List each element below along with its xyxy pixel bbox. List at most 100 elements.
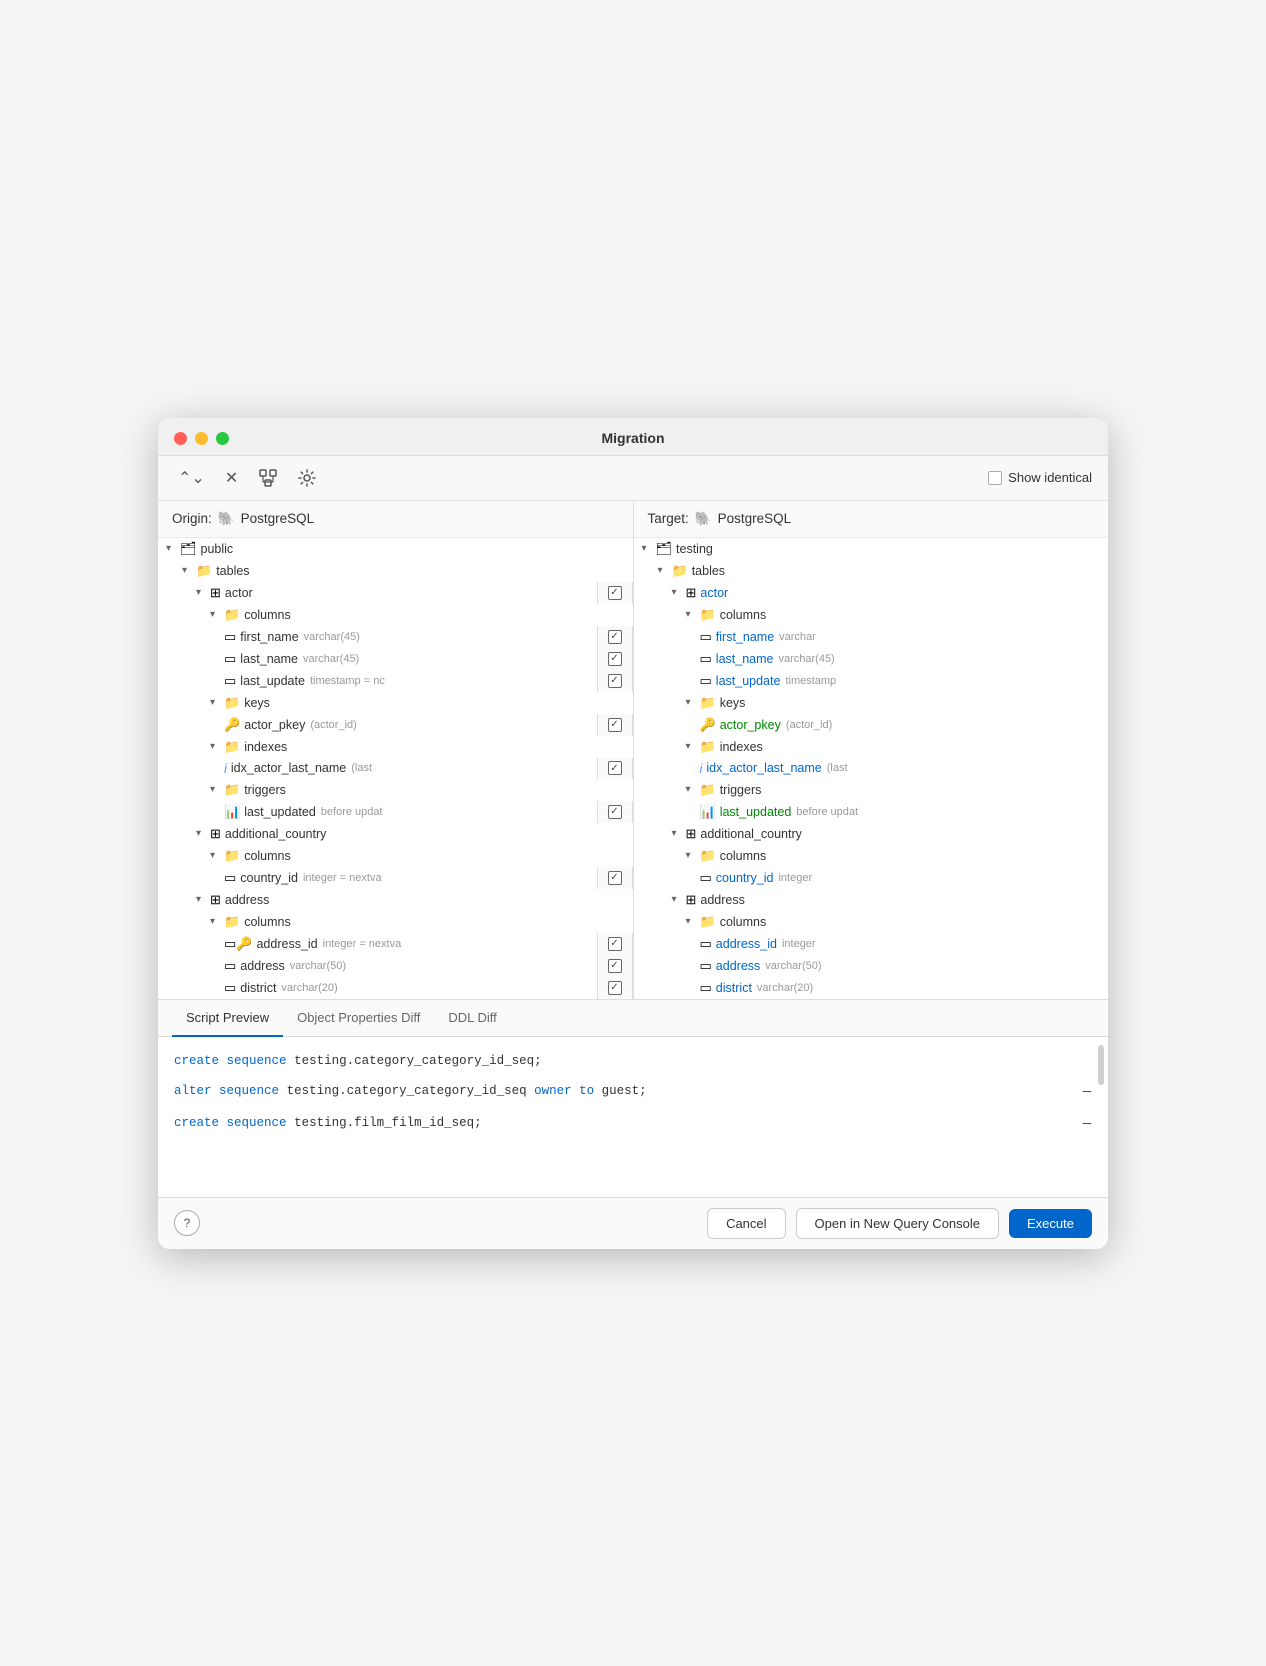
maximize-button[interactable] — [216, 432, 229, 445]
list-item: ▭ first_name varchar(45) — [158, 626, 633, 648]
open-query-button[interactable]: Open in New Query Console — [796, 1208, 999, 1239]
row-checkbox[interactable] — [608, 761, 622, 775]
chevron-icon[interactable]: ▾ — [672, 894, 686, 905]
chevron-icon[interactable]: ▾ — [182, 565, 196, 576]
origin-db-type: PostgreSQL — [241, 511, 315, 526]
window-title: Migration — [602, 430, 665, 446]
chevron-icon[interactable]: ▾ — [686, 697, 700, 708]
item-label: address — [716, 959, 760, 973]
list-item: ▭ country_id integer = nextva — [158, 867, 633, 889]
index-icon: i — [700, 761, 703, 776]
pk-column-icon: ▭🔑 — [224, 936, 252, 952]
chevron-icon[interactable]: ▾ — [672, 828, 686, 839]
key-icon: 🔑 — [224, 717, 240, 733]
chevron-icon[interactable]: ▾ — [686, 609, 700, 620]
item-meta: varchar — [779, 631, 816, 643]
row-checkbox[interactable] — [608, 805, 622, 819]
chevron-icon[interactable]: ▾ — [210, 784, 224, 795]
close-button-toolbar[interactable]: ✕ — [221, 464, 242, 492]
cancel-button[interactable]: Cancel — [707, 1208, 785, 1239]
item-label: first_name — [240, 630, 298, 644]
item-meta: integer = nextva — [303, 872, 382, 884]
row-checkbox[interactable] — [608, 959, 622, 973]
chevron-icon[interactable]: ▾ — [686, 916, 700, 927]
minimize-button[interactable] — [195, 432, 208, 445]
chevron-icon[interactable]: ▾ — [642, 543, 656, 554]
item-meta: varchar(45) — [778, 653, 834, 665]
close-button[interactable] — [174, 432, 187, 445]
keyword: to — [579, 1084, 594, 1098]
tab-script-preview[interactable]: Script Preview — [172, 1000, 283, 1037]
list-item: i idx_actor_last_name (last — [634, 758, 1109, 779]
tab-ddl-diff[interactable]: DDL Diff — [434, 1000, 510, 1037]
item-label: actor — [700, 586, 728, 600]
row-checkbox[interactable] — [608, 630, 622, 644]
help-button[interactable]: ? — [174, 1210, 200, 1236]
settings-button[interactable] — [294, 465, 320, 491]
diff-mark: — — [1082, 1113, 1092, 1135]
list-item: ▾ 📁 tables — [634, 560, 1109, 582]
list-item: ▾ 🗂 testing — [634, 538, 1109, 560]
row-checkbox[interactable] — [608, 718, 622, 732]
item-meta: before updat — [796, 806, 858, 818]
collapse-expand-button[interactable]: ⌃⌄ — [174, 464, 209, 492]
item-meta: (last — [827, 762, 848, 774]
checkbox-col — [597, 867, 633, 889]
tree-row: 📊 last_updated before updat — [158, 801, 597, 823]
tree-row: ▾ ⊞ actor — [158, 582, 597, 604]
list-item: ▭ district varchar(20) — [634, 977, 1109, 999]
table-icon: ⊞ — [210, 585, 221, 601]
list-item: ▭ address varchar(50) — [634, 955, 1109, 977]
chevron-icon[interactable]: ▾ — [210, 850, 224, 861]
item-label: keys — [244, 696, 270, 710]
tab-object-properties-diff[interactable]: Object Properties Diff — [283, 1000, 434, 1037]
list-item: ▾ 📁 keys — [634, 692, 1109, 714]
script-content[interactable]: create sequence testing.category_categor… — [158, 1037, 1108, 1197]
show-identical-label: Show identical — [1008, 470, 1092, 485]
titlebar: Migration — [158, 418, 1108, 456]
item-label: additional_country — [225, 827, 326, 841]
row-checkbox[interactable] — [608, 871, 622, 885]
list-item: ▭ last_name varchar(45) — [634, 648, 1109, 670]
chevron-icon[interactable]: ▾ — [210, 697, 224, 708]
chevron-icon[interactable]: ▾ — [210, 609, 224, 620]
chevron-icon[interactable]: ▾ — [196, 894, 210, 905]
row-checkbox[interactable] — [608, 652, 622, 666]
execute-button[interactable]: Execute — [1009, 1209, 1092, 1238]
row-checkbox[interactable] — [608, 937, 622, 951]
list-item: ▭ last_update timestamp = nc — [158, 670, 633, 692]
chevron-icon[interactable]: ▾ — [672, 587, 686, 598]
list-item: ▾ 📁 columns — [158, 604, 633, 626]
chevron-icon[interactable]: ▾ — [166, 543, 180, 554]
table-icon: ⊞ — [686, 892, 697, 908]
row-checkbox[interactable] — [608, 674, 622, 688]
folder-icon: 📁 — [224, 782, 240, 798]
chevron-icon[interactable]: ▾ — [210, 741, 224, 752]
chevron-icon[interactable]: ▾ — [658, 565, 672, 576]
list-item: ▾ 📁 indexes — [634, 736, 1109, 758]
item-label: indexes — [244, 740, 287, 754]
column-icon: ▭ — [700, 936, 712, 952]
show-identical-toggle[interactable]: Show identical — [988, 470, 1092, 485]
list-item: ▾ 📁 columns — [634, 604, 1109, 626]
chevron-icon[interactable]: ▾ — [686, 784, 700, 795]
key-icon: 🔑 — [700, 717, 716, 733]
folder-icon: 📁 — [700, 848, 716, 864]
item-label: columns — [720, 849, 767, 863]
item-meta: varchar(50) — [765, 960, 821, 972]
chevron-icon[interactable]: ▾ — [686, 741, 700, 752]
schema-button[interactable] — [254, 464, 282, 492]
script-line-3: create sequence testing.film_film_id_seq… — [174, 1113, 1092, 1135]
row-checkbox[interactable] — [608, 981, 622, 995]
item-label: keys — [720, 696, 746, 710]
item-label: first_name — [716, 630, 774, 644]
chevron-icon[interactable]: ▾ — [686, 850, 700, 861]
show-identical-checkbox[interactable] — [988, 471, 1002, 485]
row-checkbox[interactable] — [608, 586, 622, 600]
list-item: ▾ ⊞ actor — [158, 582, 633, 604]
list-item: ▾ 📁 columns — [158, 911, 633, 933]
chevron-icon[interactable]: ▾ — [196, 587, 210, 598]
chevron-icon[interactable]: ▾ — [210, 916, 224, 927]
chevron-icon[interactable]: ▾ — [196, 828, 210, 839]
folder-icon: 📁 — [700, 739, 716, 755]
